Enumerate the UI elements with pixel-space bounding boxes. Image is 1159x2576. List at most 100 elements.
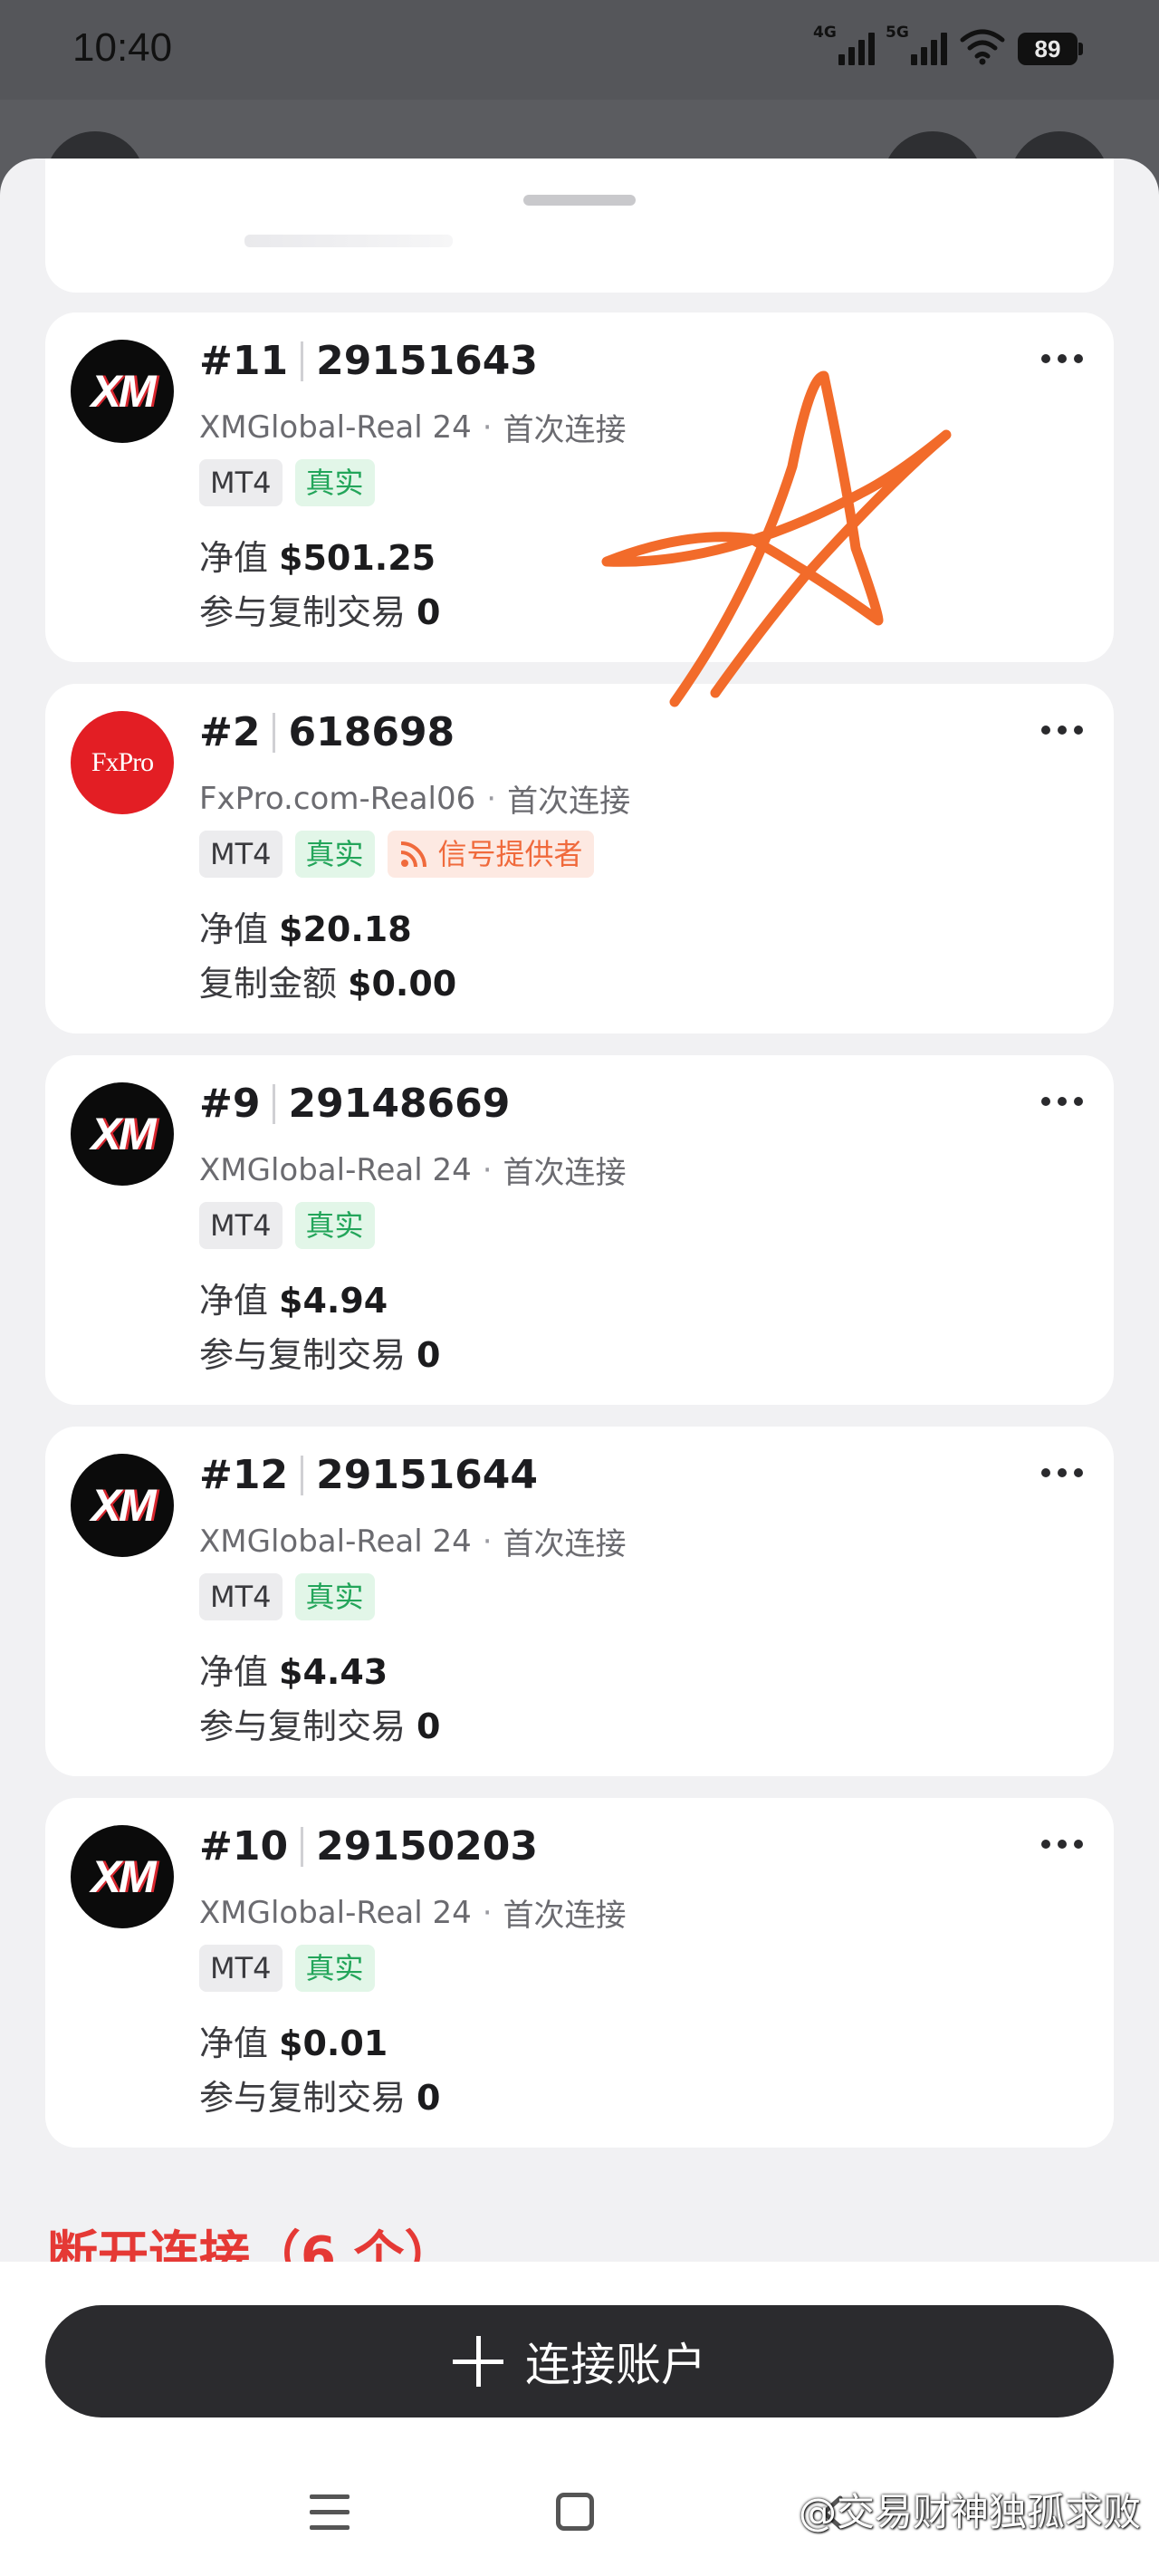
- account-number: #12: [199, 1452, 289, 1498]
- copy-trade-label: 参与复制交易: [199, 1335, 407, 1375]
- previous-account-card[interactable]: [45, 159, 1114, 293]
- server-info: FxPro.com-Real06 · 首次连接: [199, 776, 630, 821]
- status-bar: 10:40 4G 5G 89: [0, 0, 1159, 100]
- separator-dot: ·: [482, 1523, 493, 1560]
- copy-amount-value: $0.00: [348, 964, 457, 1004]
- platform-tag: MT4: [199, 1945, 283, 1992]
- equity-row: 净值 $4.43: [199, 1644, 388, 1694]
- more-options-button[interactable]: [1038, 716, 1087, 744]
- signal-5g-icon: 5G: [886, 24, 947, 65]
- connection-note: 首次连接: [507, 783, 631, 820]
- copy-trade-row: 参与复制交易 0: [199, 584, 440, 634]
- account-card[interactable]: XM #10 29150203 XMGlobal-Real 24 · 首次连接 …: [45, 1798, 1114, 2148]
- equity-label: 净值: [199, 2023, 269, 2063]
- broker-logo-text: FxPro: [91, 747, 154, 777]
- account-login: 29151643: [316, 338, 539, 384]
- account-card[interactable]: XM #11 29151643 XMGlobal-Real 24 · 首次连接 …: [45, 312, 1114, 662]
- account-login: 29151644: [316, 1452, 539, 1498]
- broker-logo: XM: [71, 1454, 174, 1557]
- account-tags: MT4 真实: [199, 459, 375, 506]
- server-name: FxPro.com-Real06: [199, 780, 476, 817]
- account-number: #10: [199, 1823, 289, 1870]
- menu-icon[interactable]: [310, 2494, 350, 2531]
- server-name: XMGlobal-Real 24: [199, 1894, 472, 1931]
- broker-logo: XM: [71, 1082, 174, 1186]
- platform-tag: MT4: [199, 831, 283, 878]
- connection-note: 首次连接: [503, 1526, 627, 1562]
- broker-logo-text: XM: [91, 366, 157, 417]
- signal-provider-tag: 信号提供者: [387, 831, 594, 878]
- divider: [301, 1826, 304, 1867]
- accounts-sheet: XM #11 29151643 XMGlobal-Real 24 · 首次连接 …: [0, 159, 1159, 2576]
- account-number: #2: [199, 709, 261, 755]
- broker-logo-text: XM: [91, 1851, 157, 1902]
- account-type-tag: 真实: [294, 831, 375, 878]
- more-options-button[interactable]: [1038, 1831, 1087, 1858]
- equity-row: 净值 $501.25: [199, 530, 436, 580]
- more-options-button[interactable]: [1038, 345, 1087, 372]
- broker-logo: XM: [71, 340, 174, 443]
- account-title: #11 29151643: [199, 338, 538, 384]
- network-type-label: 5G: [886, 24, 909, 42]
- home-icon[interactable]: [556, 2493, 594, 2531]
- account-type-tag: 真实: [294, 1945, 375, 1992]
- account-login: 29150203: [316, 1823, 539, 1870]
- equity-row: 净值 $0.01: [199, 2015, 388, 2065]
- platform-tag: MT4: [199, 459, 283, 506]
- divider: [301, 1455, 304, 1495]
- more-options-button[interactable]: [1038, 1459, 1087, 1486]
- copy-trade-row: 参与复制交易 0: [199, 1698, 440, 1748]
- divider: [273, 1083, 276, 1124]
- copy-trade-value: 0: [417, 1706, 441, 1746]
- equity-label: 净值: [199, 909, 269, 949]
- account-type-tag: 真实: [294, 1202, 375, 1249]
- broker-logo: XM: [71, 1825, 174, 1928]
- separator-dot: ·: [482, 1151, 493, 1188]
- rss-icon: [400, 841, 426, 868]
- account-tags: MT4 真实: [199, 1202, 375, 1249]
- equity-value: $0.01: [279, 2023, 388, 2063]
- copy-trade-value: 0: [417, 2078, 441, 2118]
- equity-value: $4.43: [279, 1652, 388, 1692]
- status-icons: 4G 5G 89: [813, 24, 1083, 65]
- account-login: 29148669: [288, 1081, 511, 1127]
- account-title: #9 29148669: [199, 1081, 510, 1127]
- copy-trade-row: 参与复制交易 0: [199, 1327, 440, 1377]
- status-time: 10:40: [72, 25, 173, 70]
- connect-account-label: 连接账户: [525, 2339, 706, 2391]
- separator-dot: ·: [482, 409, 493, 446]
- network-type-label: 4G: [813, 24, 837, 42]
- account-card[interactable]: FxPro #2 618698 FxPro.com-Real06 · 首次连接 …: [45, 684, 1114, 1033]
- account-card[interactable]: XM #12 29151644 XMGlobal-Real 24 · 首次连接 …: [45, 1427, 1114, 1776]
- signal-provider-label: 信号提供者: [437, 837, 583, 871]
- account-title: #12 29151644: [199, 1452, 538, 1498]
- account-tags: MT4 真实: [199, 1573, 375, 1620]
- account-card[interactable]: XM #9 29148669 XMGlobal-Real 24 · 首次连接 M…: [45, 1055, 1114, 1405]
- connect-account-button[interactable]: 连接账户: [45, 2305, 1114, 2417]
- platform-tag: MT4: [199, 1573, 283, 1620]
- more-options-button[interactable]: [1038, 1088, 1087, 1115]
- account-number: #9: [199, 1081, 261, 1127]
- copy-trade-label: 参与复制交易: [199, 2078, 407, 2118]
- watermark-text: @交易财神独孤求败: [798, 2490, 1141, 2534]
- wifi-icon: [960, 29, 1005, 65]
- server-name: XMGlobal-Real 24: [199, 1523, 472, 1560]
- copy-trade-value: 0: [417, 592, 441, 632]
- account-type-tag: 真实: [294, 459, 375, 506]
- connection-note: 首次连接: [503, 1898, 627, 1934]
- separator-dot: ·: [482, 1894, 493, 1931]
- copy-trade-value: 0: [417, 1335, 441, 1375]
- sheet-drag-handle[interactable]: [523, 195, 636, 206]
- account-type-tag: 真实: [294, 1573, 375, 1620]
- equity-value: $501.25: [279, 538, 436, 578]
- broker-logo-text: XM: [91, 1109, 157, 1159]
- divider: [273, 712, 276, 753]
- account-tags: MT4 真实: [199, 1945, 375, 1992]
- plus-icon: [453, 2336, 503, 2387]
- equity-row: 净值 $4.94: [199, 1273, 388, 1322]
- copy-amount-label: 复制金额: [199, 964, 338, 1004]
- server-info: XMGlobal-Real 24 · 首次连接: [199, 405, 627, 449]
- server-info: XMGlobal-Real 24 · 首次连接: [199, 1519, 627, 1563]
- equity-label: 净值: [199, 1281, 269, 1321]
- equity-label: 净值: [199, 1652, 269, 1692]
